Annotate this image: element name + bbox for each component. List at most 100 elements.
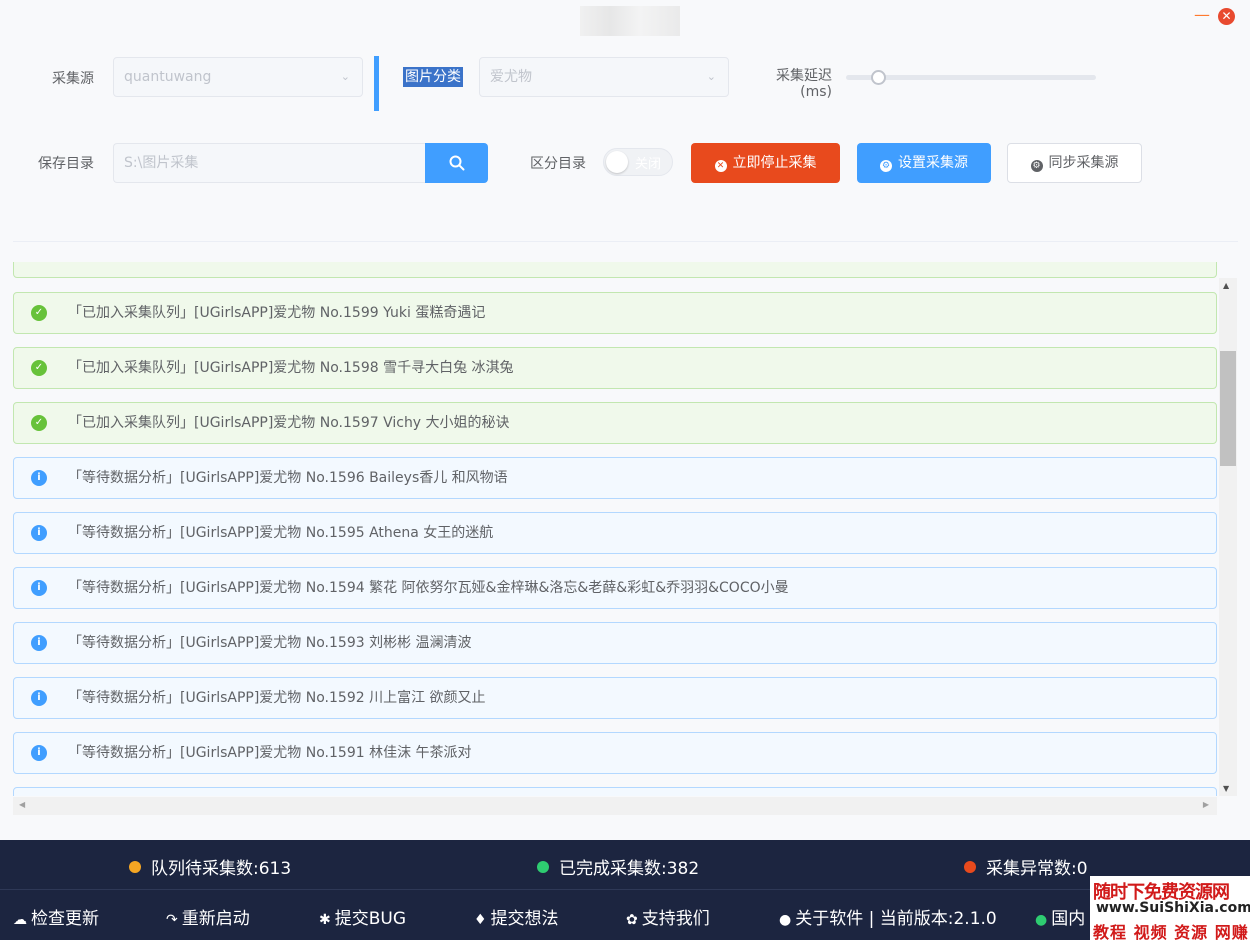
browse-dir-button[interactable] xyxy=(425,143,488,183)
config-source-label: 设置采集源 xyxy=(898,155,968,171)
gear-icon: ⚙ xyxy=(1030,160,1043,172)
scroll-down-arrow-icon[interactable]: ▼ xyxy=(1223,784,1229,793)
done-label: 已完成采集数: xyxy=(559,859,667,879)
support-button[interactable]: ✿ 支持我们 xyxy=(626,904,710,929)
horizontal-divider xyxy=(13,241,1238,242)
info-circle-icon: i xyxy=(31,580,47,596)
vertical-scrollbar[interactable]: ▲ ▼ xyxy=(1219,278,1237,796)
log-text: 「等待数据分析」[UGirlsAPP]爱尤物 No.1594 繁花 阿依努尔瓦娅… xyxy=(68,580,789,596)
delay-label-line1: 采集延迟 xyxy=(776,68,832,84)
category-select-value: 爱尤物 xyxy=(490,69,532,85)
scrollbar-thumb[interactable] xyxy=(1220,351,1236,466)
scroll-right-arrow-icon[interactable]: ▶ xyxy=(1203,800,1209,809)
window-title-blurred xyxy=(580,6,680,36)
log-list[interactable]: ✓ 「已加入采集队列」[UGirlsAPP]爱尤物 No.1599 Yuki 蛋… xyxy=(13,262,1218,796)
list-item: ✓ 「已加入采集队列」[UGirlsAPP]爱尤物 No.1599 Yuki 蛋… xyxy=(13,292,1217,334)
list-item-partial xyxy=(13,787,1217,796)
list-item: ✓ 「已加入采集队列」[UGirlsAPP]爱尤物 No.1597 Vichy … xyxy=(13,402,1217,444)
submit-idea-button[interactable]: ♦ 提交想法 xyxy=(474,904,559,929)
error-label: 采集异常数: xyxy=(986,859,1077,879)
queued-value: 613 xyxy=(258,859,292,879)
list-item-partial xyxy=(13,262,1217,278)
save-dir-label: 保存目录 xyxy=(38,156,94,172)
queued-label: 队列待采集数: xyxy=(151,859,259,879)
status-divider xyxy=(0,889,1250,890)
submit-bug-button[interactable]: ✱ 提交BUG xyxy=(319,904,406,929)
delay-slider-handle[interactable] xyxy=(871,70,886,85)
minimize-button[interactable]: — xyxy=(1194,7,1210,24)
source-select-value: quantuwang xyxy=(124,69,212,85)
list-item: i 「等待数据分析」[UGirlsAPP]爱尤物 No.1592 川上富江 欲颜… xyxy=(13,677,1217,719)
split-dir-label: 区分目录 xyxy=(530,156,586,172)
check-update-button[interactable]: ☁ 检查更新 xyxy=(13,904,99,929)
site-watermark: 随时下免费资源网 www.SuiShiXia.com 教程 视频 资源 网赚 xyxy=(1090,876,1250,940)
watermark-line2: www.SuiShiXia.com xyxy=(1096,900,1250,916)
section-divider xyxy=(374,56,379,111)
category-label: 图片分类 xyxy=(403,67,463,87)
horizontal-scrollbar[interactable]: ◀ ▶ xyxy=(13,797,1217,815)
log-text: 「等待数据分析」[UGirlsAPP]爱尤物 No.1591 林佳沫 午茶派对 xyxy=(68,745,472,761)
info-circle-icon: i xyxy=(31,690,47,706)
palette-icon: ✿ xyxy=(626,912,638,928)
source-label: 采集源 xyxy=(52,71,94,87)
support-label: 支持我们 xyxy=(641,909,710,929)
chevron-down-icon: ⌄ xyxy=(340,70,350,83)
region-label: 国内 xyxy=(1051,909,1086,929)
category-select[interactable]: 爱尤物 ⌄ xyxy=(479,57,729,97)
info-circle-icon: i xyxy=(31,470,47,486)
close-circle-icon: ✕ xyxy=(714,160,727,172)
restart-button[interactable]: ↷ 重新启动 xyxy=(166,904,250,929)
check-circle-icon: ✓ xyxy=(31,305,47,321)
scroll-left-arrow-icon[interactable]: ◀ xyxy=(19,800,25,809)
source-select[interactable]: quantuwang ⌄ xyxy=(113,57,363,97)
watermark-line3: 教程 视频 资源 网赚 xyxy=(1093,923,1249,940)
log-text: 「等待数据分析」[UGirlsAPP]爱尤物 No.1593 刘彬彬 温澜清波 xyxy=(68,635,472,651)
info-circle-icon: i xyxy=(31,635,47,651)
redo-icon: ↷ xyxy=(166,912,178,928)
toggle-state-text: 关闭 xyxy=(635,157,662,172)
log-text: 「已加入采集队列」[UGirlsAPP]爱尤物 No.1598 雪千寻大白兔 冰… xyxy=(68,360,514,376)
done-count: 已完成采集数:382 xyxy=(537,854,699,879)
list-item: i 「等待数据分析」[UGirlsAPP]爱尤物 No.1593 刘彬彬 温澜清… xyxy=(13,622,1217,664)
sync-source-button[interactable]: ⚙ 同步采集源 xyxy=(1007,143,1142,183)
toggle-knob xyxy=(606,151,628,173)
region-button[interactable]: ● 国内 xyxy=(1035,904,1085,929)
log-text: 「等待数据分析」[UGirlsAPP]爱尤物 No.1595 Athena 女王… xyxy=(68,525,494,541)
log-text: 「已加入采集队列」[UGirlsAPP]爱尤物 No.1597 Vichy 大小… xyxy=(68,415,510,431)
queued-dot-icon xyxy=(129,861,141,873)
info-circle-icon: i xyxy=(31,745,47,761)
split-dir-toggle[interactable]: 关闭 xyxy=(603,148,673,176)
close-button[interactable]: ✕ xyxy=(1218,8,1235,25)
error-dot-icon xyxy=(964,861,976,873)
log-text: 「等待数据分析」[UGirlsAPP]爱尤物 No.1596 Baileys香儿… xyxy=(68,470,508,486)
check-circle-icon: ✓ xyxy=(31,360,47,376)
done-dot-icon xyxy=(537,861,549,873)
save-dir-input[interactable] xyxy=(113,143,426,183)
bug-icon: ✱ xyxy=(319,912,331,928)
search-icon xyxy=(449,155,465,171)
cloud-upload-icon: ☁ xyxy=(13,912,27,928)
scroll-up-arrow-icon[interactable]: ▲ xyxy=(1223,281,1229,290)
log-text: 「等待数据分析」[UGirlsAPP]爱尤物 No.1592 川上富江 欲颜又止 xyxy=(68,690,486,706)
list-item: i 「等待数据分析」[UGirlsAPP]爱尤物 No.1595 Athena … xyxy=(13,512,1217,554)
config-source-button[interactable]: ⚙ 设置采集源 xyxy=(857,143,991,183)
chevron-down-icon: ⌄ xyxy=(706,70,716,83)
stop-collect-button[interactable]: ✕ 立即停止采集 xyxy=(691,143,840,183)
about-label: 关于软件 | 当前版本:2.1.0 xyxy=(795,909,997,929)
about-button[interactable]: ● 关于软件 | 当前版本:2.1.0 xyxy=(779,904,997,929)
restart-label: 重新启动 xyxy=(181,909,250,929)
submit-bug-label: 提交BUG xyxy=(334,909,407,929)
check-circle-icon: ✓ xyxy=(31,415,47,431)
info-circle-icon: ● xyxy=(779,912,792,928)
list-item: i 「等待数据分析」[UGirlsAPP]爱尤物 No.1594 繁花 阿依努尔… xyxy=(13,567,1217,609)
check-update-label: 检查更新 xyxy=(31,909,99,929)
info-circle-icon: i xyxy=(31,525,47,541)
delay-label: 采集延迟 (ms) xyxy=(770,68,832,100)
done-value: 382 xyxy=(666,859,700,879)
list-item: i 「等待数据分析」[UGirlsAPP]爱尤物 No.1591 林佳沫 午茶派… xyxy=(13,732,1217,774)
error-count: 采集异常数:0 xyxy=(964,854,1088,879)
error-value: 0 xyxy=(1076,859,1088,879)
sync-source-label: 同步采集源 xyxy=(1048,155,1119,171)
list-item: ✓ 「已加入采集队列」[UGirlsAPP]爱尤物 No.1598 雪千寻大白兔… xyxy=(13,347,1217,389)
gear-icon: ⚙ xyxy=(880,160,892,172)
